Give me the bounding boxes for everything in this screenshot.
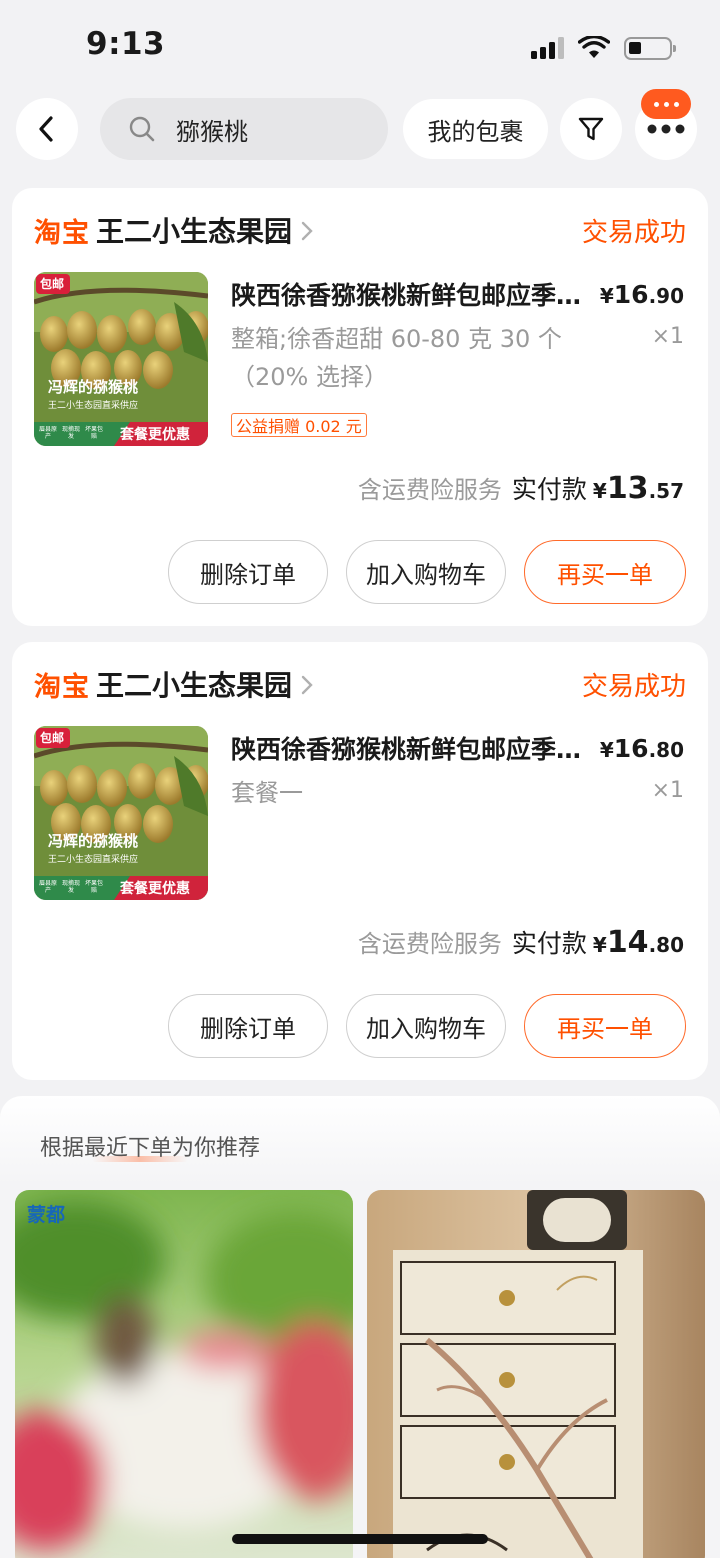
filter-button[interactable] xyxy=(560,98,622,160)
paid-label: 实付款 xyxy=(511,929,587,958)
thumb-banner: 套餐更优惠 xyxy=(120,427,190,443)
search-input[interactable]: 猕猴桃 xyxy=(100,98,388,160)
search-icon xyxy=(129,116,155,142)
recommendation-section: 根据最近下单为你推荐 蒙都 xyxy=(0,1096,720,1558)
charity-donation-tag: 公益捐赠 0.02 元 xyxy=(231,413,367,437)
thumb-tag: 坏果包赔 xyxy=(84,426,103,440)
wifi-icon xyxy=(578,36,610,58)
thumb-tag: 现摘现发 xyxy=(61,880,80,894)
shipping-insurance-label: 含运费险服务 xyxy=(357,476,502,504)
taobao-logo: 淘宝 xyxy=(34,217,90,249)
message-badge xyxy=(641,89,691,119)
product-sku: 整箱;徐香超甜 60-80 克 30 个（20% 选择） xyxy=(231,325,562,391)
payment-summary: 含运费险服务 实付款 ¥14.80 xyxy=(358,924,684,960)
order-status: 交易成功 xyxy=(581,217,686,248)
thumb-subcaption: 王二小生态园直采供应 xyxy=(48,855,139,865)
quantity: ×1 xyxy=(651,324,684,349)
search-query-text: 猕猴桃 xyxy=(176,117,248,146)
free-shipping-badge: 包邮 xyxy=(40,277,65,291)
cellular-signal-icon xyxy=(531,37,564,59)
product-sku: 套餐一 xyxy=(231,779,303,807)
order-status: 交易成功 xyxy=(581,671,686,702)
buy-again-button[interactable]: 再买一单 xyxy=(524,540,686,604)
thumb-tag: 眉县原产 xyxy=(38,426,57,440)
product-thumbnail[interactable]: 包邮 冯辉的猕猴桃 王二小生态园直采供应 眉县原产 现摘现发 坏果包赔 套餐更优… xyxy=(34,272,208,446)
add-to-cart-button[interactable]: 加入购物车 xyxy=(346,994,506,1058)
quantity: ×1 xyxy=(651,778,684,803)
home-indicator[interactable] xyxy=(232,1534,488,1544)
back-button[interactable] xyxy=(16,98,78,160)
paid-amount: ¥13.57 xyxy=(592,471,684,506)
brand-logo: 蒙都 xyxy=(27,1204,66,1226)
paid-amount: ¥14.80 xyxy=(592,925,684,960)
order-card: 淘宝 王二小生态果园 交易成功 包邮 冯辉的猕猴桃 王二小生态园直采供应 眉县原… xyxy=(12,642,708,1080)
my-packages-button[interactable]: 我的包裹 xyxy=(403,99,548,159)
battery-icon xyxy=(624,36,676,60)
taobao-logo: 淘宝 xyxy=(34,671,90,703)
status-bar: 9:13 xyxy=(0,0,720,90)
free-shipping-badge: 包邮 xyxy=(40,731,65,745)
status-time: 9:13 xyxy=(86,26,166,62)
order-card: 淘宝 王二小生态果园 交易成功 包邮 冯辉的猕猴桃 王二小生态园直采供应 眉县原… xyxy=(12,188,708,626)
more-icon xyxy=(647,124,685,134)
paid-label: 实付款 xyxy=(511,475,587,504)
thumb-banner: 套餐更优惠 xyxy=(120,881,190,897)
back-icon xyxy=(39,116,53,142)
recommendation-title: 根据最近下单为你推荐 xyxy=(40,1136,261,1161)
product-thumbnail[interactable]: 包邮 冯辉的猕猴桃 王二小生态园直采供应 眉县原产 现摘现发 坏果包赔 套餐更优… xyxy=(34,726,208,900)
add-to-cart-button[interactable]: 加入购物车 xyxy=(346,540,506,604)
recommended-product-card[interactable]: 蒙都 xyxy=(15,1190,353,1558)
shop-name[interactable]: 王二小生态果园 xyxy=(96,210,292,250)
thumb-tag: 眉县原产 xyxy=(38,880,57,894)
payment-summary: 含运费险服务 实付款 ¥13.57 xyxy=(358,470,684,506)
thumb-tag: 现摘现发 xyxy=(61,426,80,440)
thumb-tag: 坏果包赔 xyxy=(84,880,103,894)
thumb-subcaption: 王二小生态园直采供应 xyxy=(48,401,139,411)
chevron-right-icon[interactable] xyxy=(300,674,314,696)
recommended-product-card[interactable] xyxy=(367,1190,705,1558)
unit-price: ¥16.80 xyxy=(599,734,684,763)
product-title[interactable]: 陕西徐香猕猴桃新鲜包邮应季水果 xyxy=(231,730,591,766)
thumb-caption: 冯辉的猕猴桃 xyxy=(48,832,139,850)
thumb-caption: 冯辉的猕猴桃 xyxy=(48,378,139,396)
buy-again-button[interactable]: 再买一单 xyxy=(524,994,686,1058)
top-nav-bar: 猕猴桃 我的包裹 xyxy=(0,96,720,162)
shipping-insurance-label: 含运费险服务 xyxy=(357,930,502,958)
delete-order-button[interactable]: 删除订单 xyxy=(168,994,328,1058)
filter-icon xyxy=(578,117,604,141)
chevron-right-icon[interactable] xyxy=(300,220,314,242)
delete-order-button[interactable]: 删除订单 xyxy=(168,540,328,604)
product-title[interactable]: 陕西徐香猕猴桃新鲜包邮应季水果 xyxy=(231,276,591,312)
shop-name[interactable]: 王二小生态果园 xyxy=(96,664,292,704)
unit-price: ¥16.90 xyxy=(599,280,684,309)
